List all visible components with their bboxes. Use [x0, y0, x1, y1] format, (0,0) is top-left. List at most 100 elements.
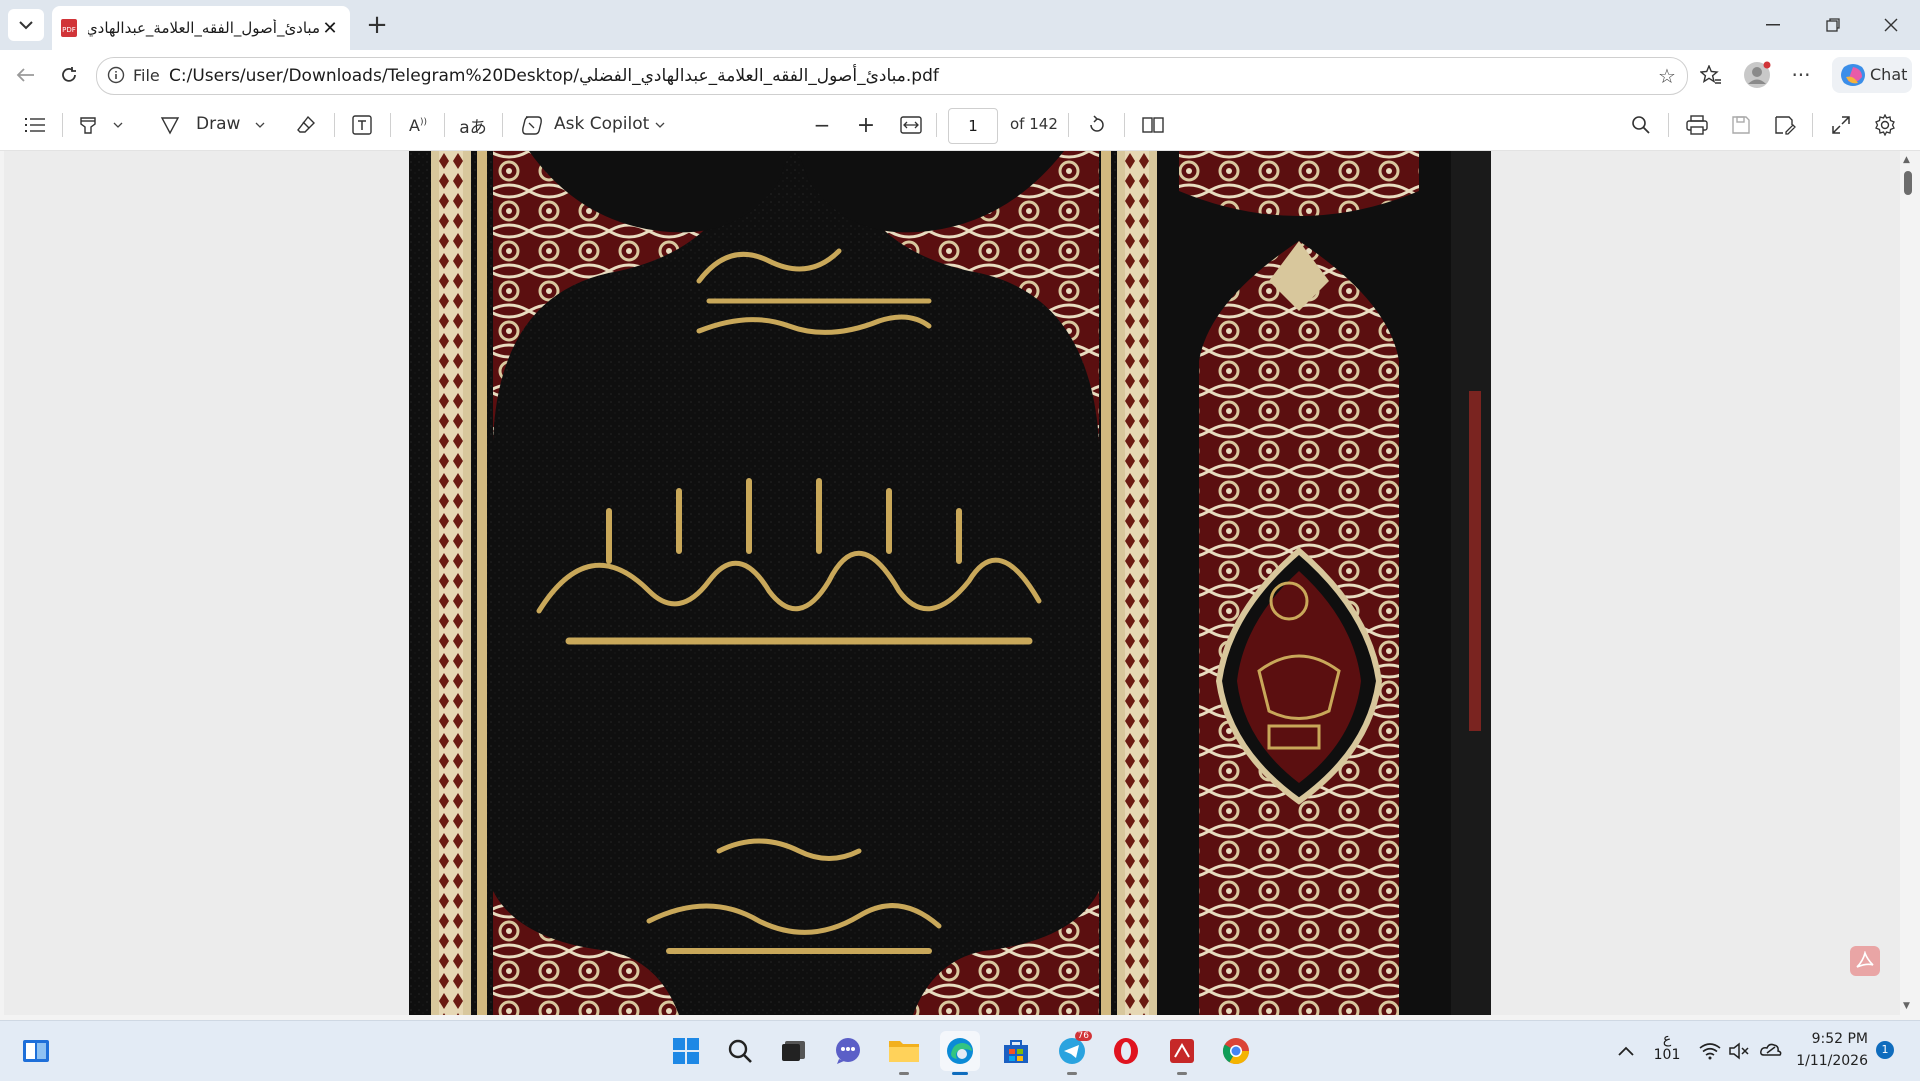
read-aloud-button[interactable]: A)): [404, 112, 432, 138]
draw-tool-icon-wrap[interactable]: [156, 112, 184, 138]
new-tab-button[interactable]: +: [362, 10, 392, 40]
restore-button[interactable]: [1810, 8, 1856, 42]
save-button[interactable]: [1728, 112, 1754, 138]
scroll-up-icon[interactable]: ▲: [1903, 155, 1910, 165]
opera-icon: [1114, 1038, 1138, 1064]
page-view-icon: [1142, 117, 1164, 133]
settings-button[interactable]: [1872, 112, 1898, 138]
file-explorer-button[interactable]: [884, 1031, 924, 1075]
chevron-up-icon: [1618, 1046, 1634, 1056]
translate-button[interactable]: aあ: [458, 112, 488, 138]
wifi-icon[interactable]: [1698, 1031, 1722, 1071]
fullscreen-button[interactable]: [1828, 112, 1854, 138]
meet-app-button[interactable]: [828, 1031, 868, 1071]
favorite-star-icon[interactable]: ☆: [1655, 64, 1679, 88]
show-hidden-icons-button[interactable]: [1606, 1031, 1646, 1071]
language-indicator[interactable]: ع 101: [1652, 1031, 1682, 1063]
read-aloud-icon: A)): [409, 115, 427, 135]
copilot-chat-button[interactable]: Chat: [1832, 57, 1912, 93]
zoom-in-button[interactable]: +: [854, 112, 878, 138]
telegram-badge: 76: [1074, 1031, 1092, 1041]
ask-copilot-button[interactable]: Ask Copilot: [554, 114, 649, 140]
chevron-down-icon: [255, 122, 265, 128]
search-taskbar-button[interactable]: [720, 1031, 760, 1071]
zoom-out-button[interactable]: −: [810, 112, 834, 138]
store-button[interactable]: [996, 1031, 1036, 1071]
notification-badge[interactable]: 1: [1876, 1041, 1894, 1059]
info-icon: [107, 66, 125, 84]
address-row: File C:/Users/user/Downloads/Telegram%20…: [0, 50, 1920, 100]
rotate-button[interactable]: [1084, 112, 1110, 138]
minus-icon: −: [813, 113, 831, 137]
volume-icon[interactable]: [1728, 1031, 1752, 1071]
page-view-button[interactable]: [1140, 112, 1166, 138]
translate-icon: aあ: [459, 117, 487, 138]
favorites-icon: [1700, 65, 1721, 84]
scroll-down-icon[interactable]: ▼: [1903, 1001, 1910, 1011]
acrobat-icon[interactable]: [1850, 946, 1880, 976]
start-button[interactable]: [666, 1031, 706, 1071]
windows-icon: [673, 1038, 699, 1064]
copilot-tool-icon-wrap[interactable]: [518, 112, 546, 138]
active-tab[interactable]: PDF مبادئ_أصول_الفقه_العلامة_عبدالهادي ✕: [52, 6, 350, 50]
pdf-page-cover-image: [409, 151, 1491, 1015]
widgets-icon: [23, 1040, 49, 1062]
more-dots-icon: ···: [1791, 63, 1811, 87]
save-as-icon: [1775, 116, 1796, 135]
page-number-input[interactable]: 1: [948, 108, 998, 144]
telegram-button[interactable]: 76: [1052, 1031, 1092, 1075]
rotate-icon: [1090, 115, 1104, 132]
close-window-button[interactable]: [1868, 8, 1914, 42]
close-icon: [1884, 18, 1898, 32]
gear-icon: [1875, 114, 1895, 136]
highlight-button[interactable]: [74, 112, 102, 138]
copilot-icon: [1841, 64, 1865, 86]
pdf-reader-button[interactable]: [1162, 1031, 1202, 1075]
scrollbar-thumb[interactable]: [1904, 171, 1912, 195]
contents-button[interactable]: [22, 112, 48, 138]
more-menu-button[interactable]: ···: [1786, 60, 1816, 90]
find-button[interactable]: [1628, 112, 1654, 138]
highlight-dropdown[interactable]: [110, 112, 126, 138]
copilot-dropdown[interactable]: [652, 112, 668, 138]
url-text[interactable]: C:/Users/user/Downloads/Telegram%20Deskt…: [169, 66, 939, 86]
draw-dropdown[interactable]: [252, 112, 268, 138]
save-as-button[interactable]: [1772, 112, 1798, 138]
highlighter-icon: [80, 117, 96, 134]
back-button[interactable]: [10, 60, 40, 90]
minimize-button[interactable]: [1750, 8, 1796, 42]
favorites-button[interactable]: [1696, 60, 1726, 90]
vertical-scrollbar[interactable]: ▲ ▼: [1900, 151, 1916, 1015]
clock-time[interactable]: 9:52 PM: [1796, 1031, 1868, 1047]
opera-button[interactable]: [1106, 1031, 1146, 1071]
address-bar[interactable]: File C:/Users/user/Downloads/Telegram%20…: [96, 57, 1688, 95]
task-view-icon: [782, 1041, 805, 1061]
battery-icon[interactable]: [1758, 1031, 1784, 1071]
profile-button[interactable]: [1742, 60, 1772, 90]
scheme-label: File: [133, 66, 160, 85]
edge-button[interactable]: [940, 1031, 980, 1075]
erase-button[interactable]: [292, 112, 320, 138]
printer-icon: [1686, 115, 1708, 135]
clock-date[interactable]: 1/11/2026: [1796, 1053, 1868, 1069]
reload-button[interactable]: [54, 60, 84, 90]
store-icon: [1004, 1040, 1028, 1063]
draw-button[interactable]: Draw: [196, 114, 240, 140]
acrobat-logo: [1856, 951, 1874, 968]
battery-cloud-icon: [1760, 1043, 1782, 1056]
add-text-button[interactable]: [348, 112, 376, 138]
pdf-app-icon: [1170, 1039, 1194, 1063]
muted-speaker-icon: [1729, 1042, 1749, 1060]
task-view-button[interactable]: [774, 1031, 814, 1071]
copilot-outline-icon: [522, 116, 542, 135]
widgets-button[interactable]: [16, 1031, 56, 1071]
taskbar: 76 ع 101 9:52 PM 1/11/2026 1: [0, 1020, 1920, 1081]
fit-width-button[interactable]: [898, 112, 924, 138]
language-script: ع: [1662, 1031, 1672, 1047]
pdf-icon: PDF: [61, 19, 77, 37]
tab-list-button[interactable]: [8, 9, 44, 41]
video-chat-icon: [836, 1038, 860, 1064]
close-tab-icon[interactable]: ✕: [320, 18, 340, 39]
chrome-button[interactable]: [1216, 1031, 1256, 1071]
print-button[interactable]: [1684, 112, 1710, 138]
